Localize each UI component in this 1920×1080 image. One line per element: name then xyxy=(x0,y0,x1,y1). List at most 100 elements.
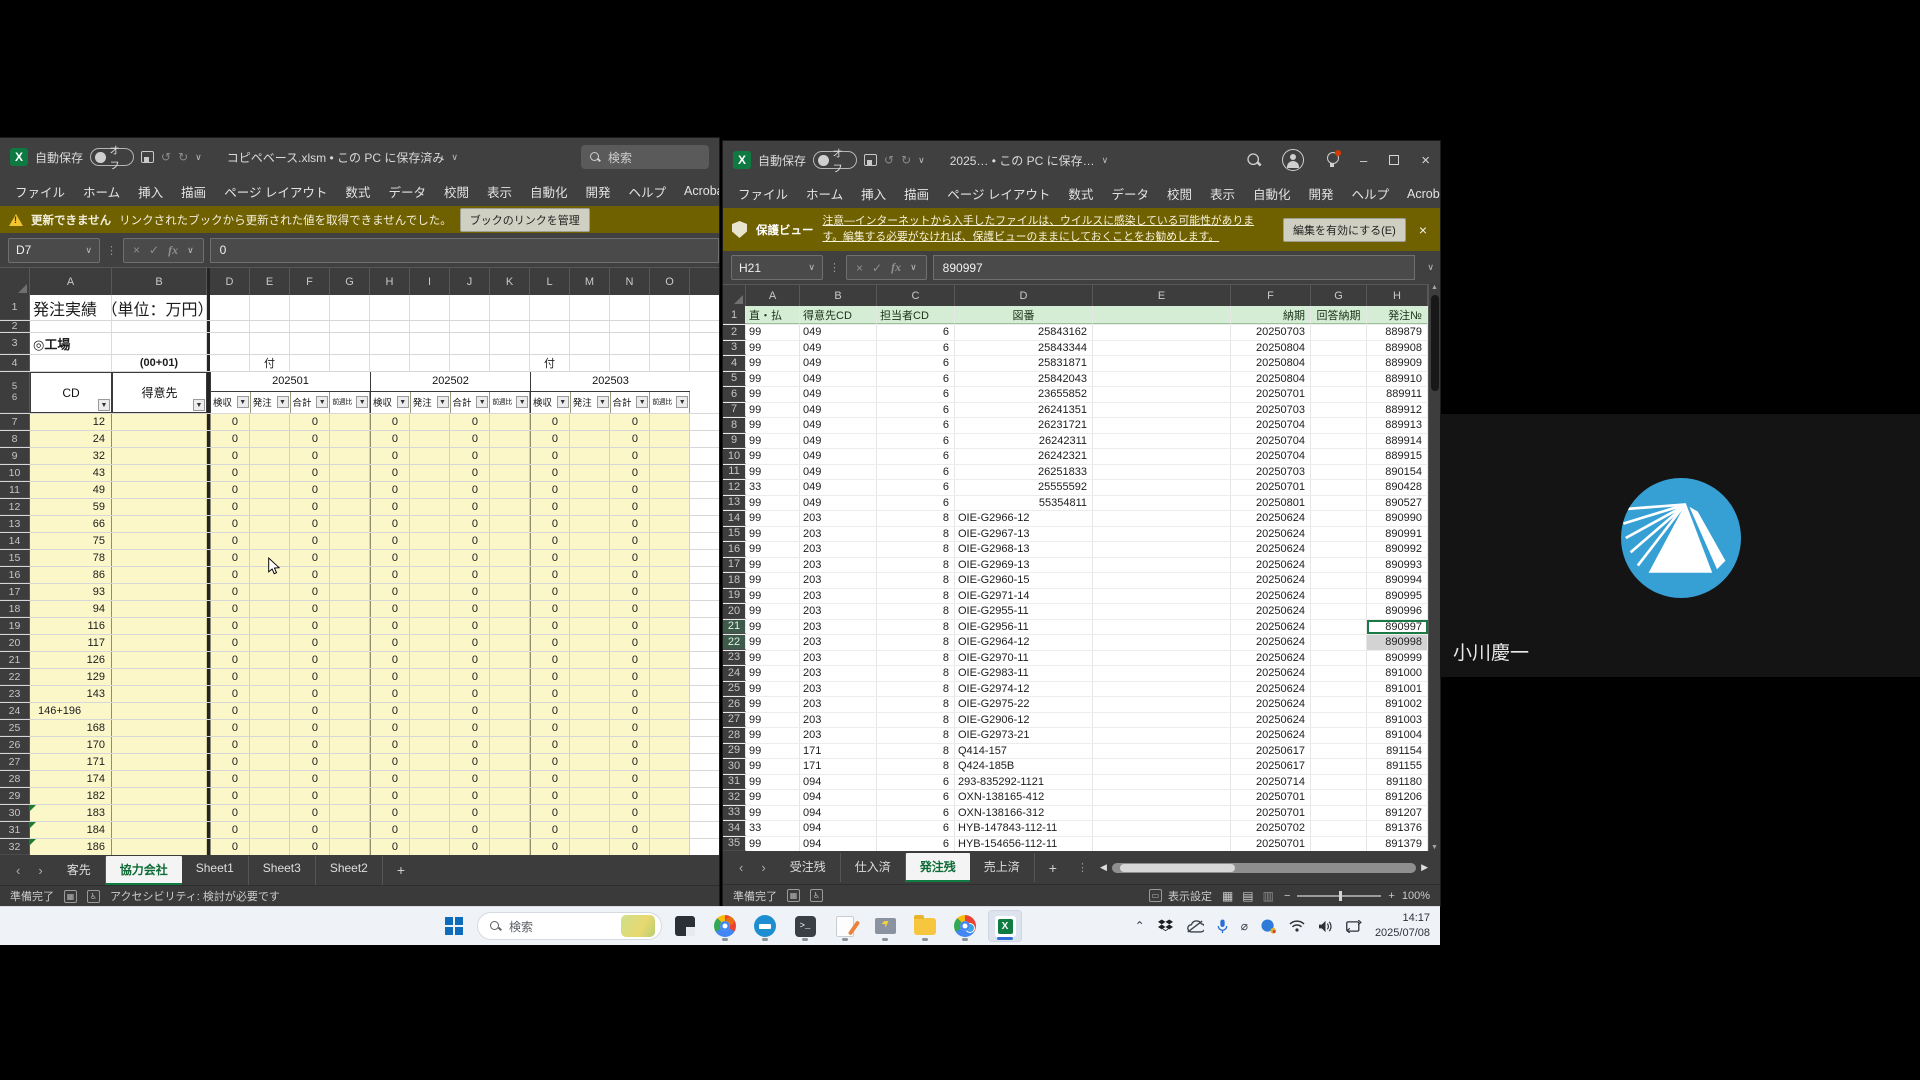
cell[interactable] xyxy=(330,355,370,371)
cell[interactable] xyxy=(330,737,370,753)
cell[interactable] xyxy=(570,584,610,600)
cell[interactable] xyxy=(290,355,330,371)
cell[interactable]: 23655852 xyxy=(955,387,1093,402)
cell[interactable]: 293-835292-1121 xyxy=(955,775,1093,790)
cell[interactable]: 26242321 xyxy=(955,449,1093,464)
cell[interactable] xyxy=(650,465,690,481)
cell[interactable]: 890999 xyxy=(1367,651,1428,666)
sheet-tab[interactable]: 受注残 xyxy=(776,853,841,882)
cell[interactable] xyxy=(650,703,690,719)
cell[interactable] xyxy=(650,533,690,549)
cell[interactable]: 182 xyxy=(30,788,112,804)
cell[interactable]: 094 xyxy=(800,790,877,805)
cell[interactable]: 20250624 xyxy=(1231,697,1311,712)
cell[interactable] xyxy=(610,355,650,371)
account-icon[interactable] xyxy=(1282,149,1304,171)
cell[interactable]: OIE-G2970-11 xyxy=(955,651,1093,666)
cell[interactable]: 203 xyxy=(800,542,877,557)
cell[interactable]: 付 xyxy=(250,355,290,371)
cell[interactable]: 0 xyxy=(290,601,330,617)
cell[interactable] xyxy=(490,584,530,600)
cell[interactable]: 890154 xyxy=(1367,465,1428,480)
cell[interactable] xyxy=(1093,387,1231,402)
cell[interactable] xyxy=(650,431,690,447)
cell[interactable] xyxy=(1311,511,1367,526)
cell[interactable] xyxy=(490,355,530,371)
cell[interactable]: 43 xyxy=(30,465,112,481)
cell[interactable] xyxy=(650,822,690,838)
cell[interactable] xyxy=(250,635,290,651)
cell[interactable] xyxy=(370,295,410,320)
cell[interactable]: 86 xyxy=(30,567,112,583)
cell[interactable] xyxy=(650,805,690,821)
cell[interactable] xyxy=(410,321,450,332)
cell[interactable] xyxy=(570,333,610,354)
cell[interactable]: 0 xyxy=(610,448,650,464)
row-header[interactable]: 2 xyxy=(0,321,30,332)
cell[interactable]: 6 xyxy=(877,372,955,387)
cell[interactable] xyxy=(330,618,370,634)
cell[interactable] xyxy=(490,805,530,821)
cell[interactable] xyxy=(330,550,370,566)
cell[interactable] xyxy=(1093,434,1231,449)
cell[interactable] xyxy=(112,550,207,566)
cell[interactable]: 99 xyxy=(746,790,800,805)
ribbon-tab[interactable]: 開発 xyxy=(1300,180,1343,207)
cell[interactable]: 0 xyxy=(210,414,250,430)
cell[interactable]: 049 xyxy=(800,465,877,480)
cell[interactable] xyxy=(1311,403,1367,418)
sheet-tab[interactable]: 協力会社 xyxy=(106,856,182,885)
cell[interactable]: OIE-G2955-11 xyxy=(955,604,1093,619)
cell[interactable]: 0 xyxy=(290,499,330,515)
cell[interactable]: 0 xyxy=(610,465,650,481)
cell[interactable]: 0 xyxy=(290,771,330,787)
macro-record-icon[interactable]: ▦ xyxy=(64,890,77,903)
cell[interactable]: 0 xyxy=(450,533,490,549)
header-cell[interactable]: 得意先CD xyxy=(800,306,877,324)
cell[interactable] xyxy=(650,618,690,634)
cell[interactable] xyxy=(1093,558,1231,573)
cell[interactable] xyxy=(330,465,370,481)
cell[interactable] xyxy=(490,788,530,804)
cell[interactable]: 0 xyxy=(290,788,330,804)
sub-header-cell[interactable]: 前週比▼ xyxy=(650,392,690,413)
cell[interactable]: 0 xyxy=(450,839,490,855)
cell[interactable] xyxy=(410,737,450,753)
cell[interactable] xyxy=(410,618,450,634)
sub-header-cell[interactable]: 発注▼ xyxy=(411,392,451,413)
cell[interactable]: 049 xyxy=(800,325,877,340)
cell[interactable]: 8 xyxy=(877,651,955,666)
cell[interactable] xyxy=(490,669,530,685)
sub-header-cell[interactable]: 合計▼ xyxy=(611,392,651,413)
terminal-button[interactable]: >_ xyxy=(788,910,822,942)
cell[interactable] xyxy=(112,601,207,617)
scroll-up-icon[interactable]: ▲ xyxy=(1431,284,1438,291)
cell[interactable]: 891004 xyxy=(1367,728,1428,743)
formula-input[interactable]: 0 xyxy=(210,238,719,263)
cell[interactable]: 8 xyxy=(877,604,955,619)
cell[interactable]: 891000 xyxy=(1367,666,1428,681)
cell[interactable]: 99 xyxy=(746,635,800,650)
cell[interactable] xyxy=(650,482,690,498)
cell[interactable] xyxy=(650,686,690,702)
cell[interactable]: 0 xyxy=(370,669,410,685)
cell[interactable] xyxy=(1311,465,1367,480)
cell[interactable]: 0 xyxy=(210,686,250,702)
cell[interactable]: 0 xyxy=(610,414,650,430)
cell[interactable]: 0 xyxy=(370,482,410,498)
cell[interactable] xyxy=(112,567,207,583)
ribbon-tab[interactable]: 挿入 xyxy=(129,178,172,205)
cell[interactable]: 0 xyxy=(210,822,250,838)
row-header[interactable]: 8 xyxy=(723,418,746,433)
cell[interactable]: 0 xyxy=(610,516,650,532)
cell[interactable]: 094 xyxy=(800,806,877,821)
cell[interactable]: 66 xyxy=(30,516,112,532)
cell[interactable]: OIE-G2968-13 xyxy=(955,542,1093,557)
cell[interactable]: 168 xyxy=(30,720,112,736)
row-header[interactable]: 5 xyxy=(723,372,746,387)
cell[interactable] xyxy=(1093,542,1231,557)
cell[interactable]: 20250804 xyxy=(1231,372,1311,387)
cell[interactable]: 0 xyxy=(450,822,490,838)
cell[interactable]: 0 xyxy=(450,448,490,464)
cell[interactable]: 0 xyxy=(450,703,490,719)
